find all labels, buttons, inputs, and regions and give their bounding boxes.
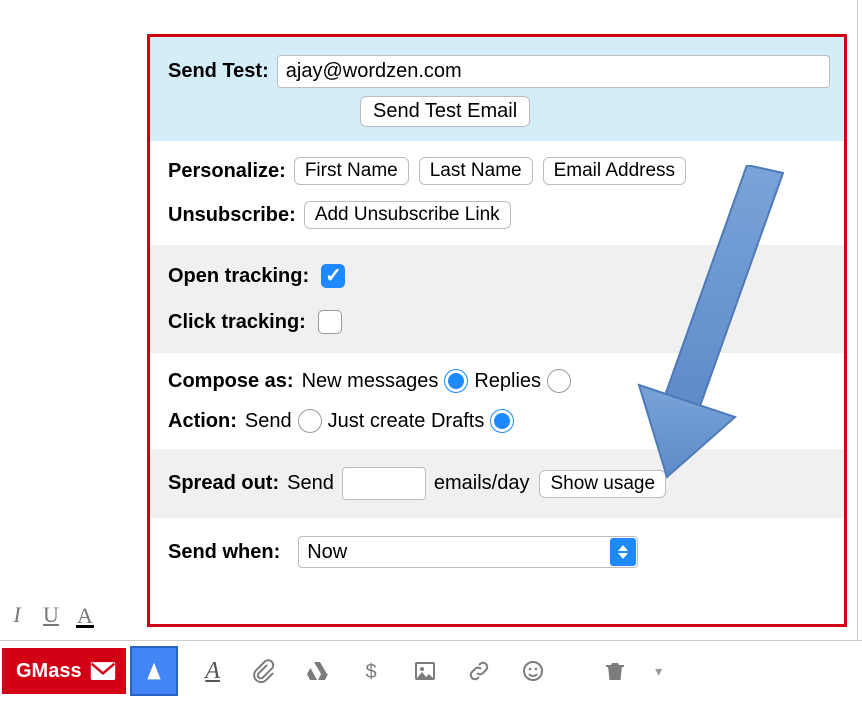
gmass-label: GMass bbox=[16, 660, 82, 683]
compose-toolbar: GMass A $ ▾ bbox=[0, 640, 862, 701]
click-tracking-label: Click tracking: bbox=[168, 311, 306, 334]
send-when-select-wrap[interactable]: Now bbox=[298, 536, 638, 568]
photo-icon bbox=[413, 659, 437, 683]
compose-as-new-label: New messages bbox=[302, 370, 439, 393]
send-test-button[interactable]: Send Test Email bbox=[360, 96, 530, 127]
compose-as-row: Compose as: New messages Replies bbox=[150, 353, 844, 401]
unsubscribe-button[interactable]: Add Unsubscribe Link bbox=[304, 201, 511, 229]
emoji-icon bbox=[521, 659, 545, 683]
spread-suffix: emails/day bbox=[434, 472, 530, 495]
gmass-send-button[interactable]: GMass bbox=[2, 648, 126, 694]
personalize-email-button[interactable]: Email Address bbox=[543, 157, 686, 185]
open-tracking-checkbox[interactable] bbox=[321, 264, 345, 288]
click-tracking-row: Click tracking: bbox=[150, 299, 844, 353]
action-row: Action: Send Just create Drafts bbox=[150, 401, 844, 449]
insert-photo-button[interactable] bbox=[398, 651, 452, 691]
unsubscribe-label: Unsubscribe: bbox=[168, 204, 296, 227]
emoji-button[interactable] bbox=[506, 651, 560, 691]
send-when-row: Send when: Now bbox=[150, 518, 844, 576]
personalize-row: Personalize: First Name Last Name Email … bbox=[150, 141, 844, 193]
insert-link-button[interactable] bbox=[452, 651, 506, 691]
money-button[interactable]: $ bbox=[344, 651, 398, 691]
envelope-icon bbox=[90, 660, 116, 682]
personalize-last-name-button[interactable]: Last Name bbox=[419, 157, 533, 185]
drive-button[interactable] bbox=[290, 651, 344, 691]
italic-icon[interactable]: I bbox=[0, 602, 34, 628]
personalize-first-name-button[interactable]: First Name bbox=[294, 157, 409, 185]
spread-emails-input[interactable] bbox=[342, 467, 426, 500]
send-test-row: Send Test: bbox=[150, 37, 844, 96]
send-when-label: Send when: bbox=[168, 541, 280, 564]
dollar-icon: $ bbox=[359, 659, 383, 683]
more-options-button[interactable]: ▾ bbox=[642, 663, 676, 680]
open-tracking-row: Open tracking: bbox=[150, 245, 844, 299]
compose-as-label: Compose as: bbox=[168, 370, 294, 393]
open-tracking-label: Open tracking: bbox=[168, 265, 309, 288]
action-label: Action: bbox=[168, 410, 237, 433]
svg-text:$: $ bbox=[365, 661, 376, 683]
spread-out-label: Spread out: bbox=[168, 472, 279, 495]
underline-icon[interactable]: U bbox=[34, 602, 68, 628]
action-send-label: Send bbox=[245, 410, 292, 433]
spread-out-row: Spread out: Send emails/day Show usage bbox=[150, 449, 844, 518]
gmass-settings-popup: Send Test: Send Test Email Personalize: … bbox=[147, 34, 847, 627]
formatting-button[interactable]: A bbox=[190, 651, 236, 691]
paperclip-icon bbox=[251, 659, 275, 683]
action-drafts-radio[interactable] bbox=[490, 409, 514, 433]
trash-icon bbox=[603, 659, 627, 683]
send-when-select[interactable]: Now bbox=[298, 536, 638, 568]
send-test-button-row: Send Test Email bbox=[150, 96, 844, 141]
link-icon bbox=[467, 659, 491, 683]
unsubscribe-row: Unsubscribe: Add Unsubscribe Link bbox=[150, 193, 844, 245]
click-tracking-checkbox[interactable] bbox=[318, 310, 342, 334]
send-test-input[interactable] bbox=[277, 55, 830, 88]
discard-button[interactable] bbox=[588, 651, 642, 691]
attach-button[interactable] bbox=[236, 651, 290, 691]
send-extra-button[interactable] bbox=[130, 646, 178, 696]
compose-as-replies-label: Replies bbox=[474, 370, 541, 393]
triangle-icon bbox=[144, 658, 164, 684]
text-color-icon[interactable]: A bbox=[76, 607, 94, 628]
send-test-label: Send Test: bbox=[168, 60, 269, 83]
personalize-label: Personalize: bbox=[168, 160, 286, 183]
action-send-radio[interactable] bbox=[298, 409, 322, 433]
action-drafts-label: Just create Drafts bbox=[328, 410, 485, 433]
format-toolbar: I U A bbox=[0, 588, 102, 628]
spread-prefix: Send bbox=[287, 472, 334, 495]
show-usage-button[interactable]: Show usage bbox=[539, 470, 666, 498]
compose-as-new-radio[interactable] bbox=[444, 369, 468, 393]
drive-icon bbox=[305, 659, 329, 683]
compose-as-replies-radio[interactable] bbox=[547, 369, 571, 393]
